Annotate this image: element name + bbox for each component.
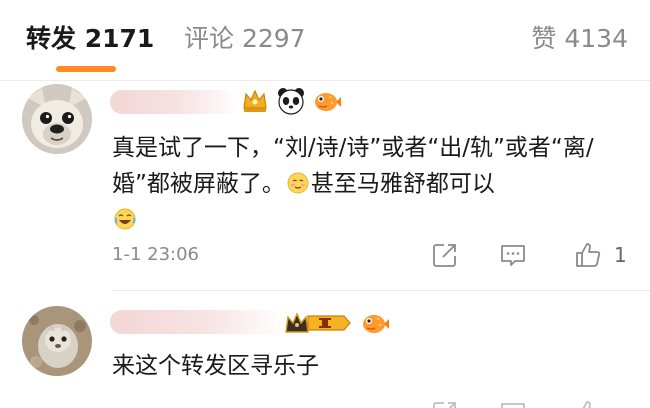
comment-timestamp: 1-1 23:06 (112, 244, 199, 265)
comment-item: 来这个转发区寻乐子 (0, 292, 650, 408)
like-count: 1 (614, 243, 627, 267)
user-badges (240, 86, 342, 116)
user-badges (284, 308, 390, 338)
panda-badge-icon (278, 88, 304, 115)
share-icon[interactable] (430, 240, 460, 270)
tab-bar: 转发 2171 评论 2297 赞 4134 (0, 0, 650, 80)
comment-icon[interactable] (498, 240, 528, 270)
username-redacted[interactable] (110, 310, 285, 334)
comment-text: 来这个转发区寻乐子 (112, 353, 319, 379)
vip-level-i-badge-icon (285, 312, 351, 333)
divider (112, 290, 650, 291)
tab-comments[interactable]: 评论 2297 (184, 22, 306, 56)
tab-likes[interactable]: 赞 4134 (531, 22, 628, 56)
divider (0, 80, 650, 81)
comment-text: 真是试了一下，“刘/诗/诗”或者“出/轨”或者“离/婚”都被屏蔽了。 甚至马雅舒… (112, 130, 632, 238)
avatar[interactable] (22, 84, 92, 154)
pufferfish-badge-icon (315, 93, 341, 111)
comment-item: 真是试了一下，“刘/诗/诗”或者“出/轨”或者“离/婚”都被屏蔽了。 甚至马雅舒… (0, 82, 650, 292)
active-tab-indicator (56, 66, 116, 72)
laughing-tears-emoji-icon (114, 208, 136, 230)
like-thumb-icon[interactable] (573, 240, 603, 270)
share-icon[interactable] (430, 398, 460, 408)
french-bulldog-avatar-icon (22, 84, 92, 154)
tab-repost[interactable]: 转发 2171 (26, 22, 154, 56)
avatar[interactable] (22, 306, 92, 376)
blushing-smile-emoji-icon (287, 172, 309, 194)
pet-animal-avatar-icon (22, 306, 92, 376)
pufferfish-badge-icon (363, 315, 389, 333)
comment-icon[interactable] (498, 398, 528, 408)
like-thumb-icon[interactable] (573, 398, 603, 408)
gold-crown-badge-icon (243, 89, 267, 112)
comment-text-part: 甚至马雅舒都可以 (310, 171, 495, 197)
username-redacted[interactable] (110, 90, 240, 114)
